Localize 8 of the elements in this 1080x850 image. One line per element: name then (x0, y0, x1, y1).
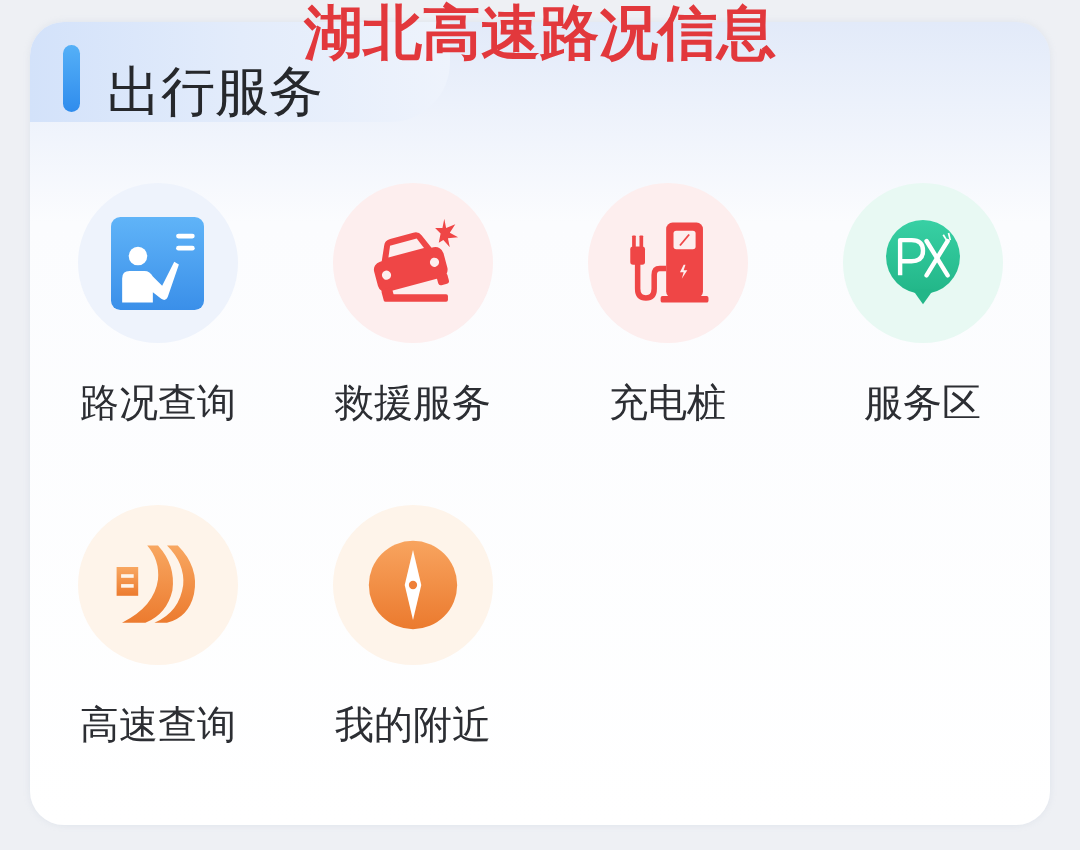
accent-bar (63, 45, 80, 112)
service-button[interactable]: 救援服务 (332, 183, 493, 427)
service-button[interactable]: 高速查询 (77, 504, 238, 749)
service-button[interactable]: 服务区 (842, 183, 1003, 427)
service-button[interactable]: 我的附近 (332, 504, 493, 749)
service-button[interactable]: 充电桩 (587, 183, 748, 427)
service-button[interactable]: 路况查询 (77, 183, 238, 427)
section-title: 出行服务 (107, 64, 323, 118)
